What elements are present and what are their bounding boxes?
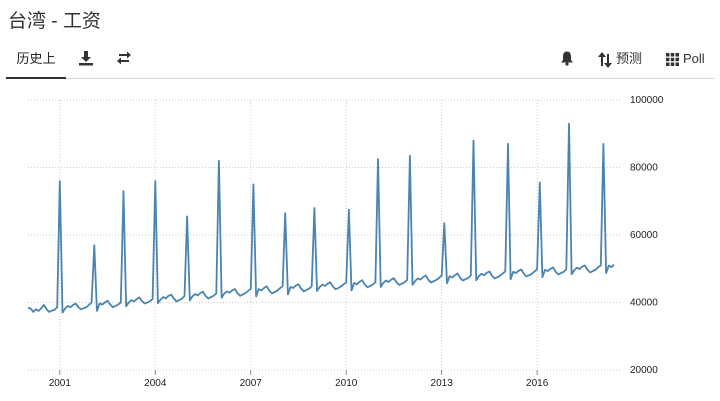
- grid-icon: [666, 53, 679, 67]
- forecast-label: 预测: [616, 51, 643, 66]
- x-tick-label: 2001: [49, 378, 72, 389]
- download-icon[interactable]: [78, 50, 96, 68]
- page-title: 台湾 - 工资: [8, 11, 101, 32]
- poll-button[interactable]: Poll: [666, 42, 705, 76]
- forecast-button[interactable]: 预测: [598, 42, 642, 76]
- bell-icon[interactable]: [559, 50, 577, 68]
- x-tick-label: 2007: [240, 378, 263, 389]
- y-tick-label: 20000: [630, 365, 658, 376]
- y-tick-label: 40000: [630, 298, 658, 309]
- wage-line-chart: 20000 40000 60000 80000 100000 2001 2004 2007 20…: [27, 95, 664, 389]
- compare-icon[interactable]: [116, 50, 134, 68]
- sort-icon: [598, 51, 612, 68]
- x-tick-label: 2010: [335, 378, 358, 389]
- x-tick-label: 2016: [526, 378, 549, 389]
- y-tick-label: 80000: [630, 163, 658, 174]
- x-tick-label: 2004: [144, 378, 167, 389]
- series-line: [27, 122, 615, 314]
- poll-label: Poll: [683, 51, 705, 66]
- tab-history[interactable]: 历史上: [6, 42, 66, 79]
- y-tick-label: 100000: [630, 95, 664, 106]
- x-tick-label: 2013: [431, 378, 454, 389]
- y-tick-label: 60000: [630, 230, 658, 241]
- chart-toolbar: 历史上 预测 Poll: [6, 42, 714, 79]
